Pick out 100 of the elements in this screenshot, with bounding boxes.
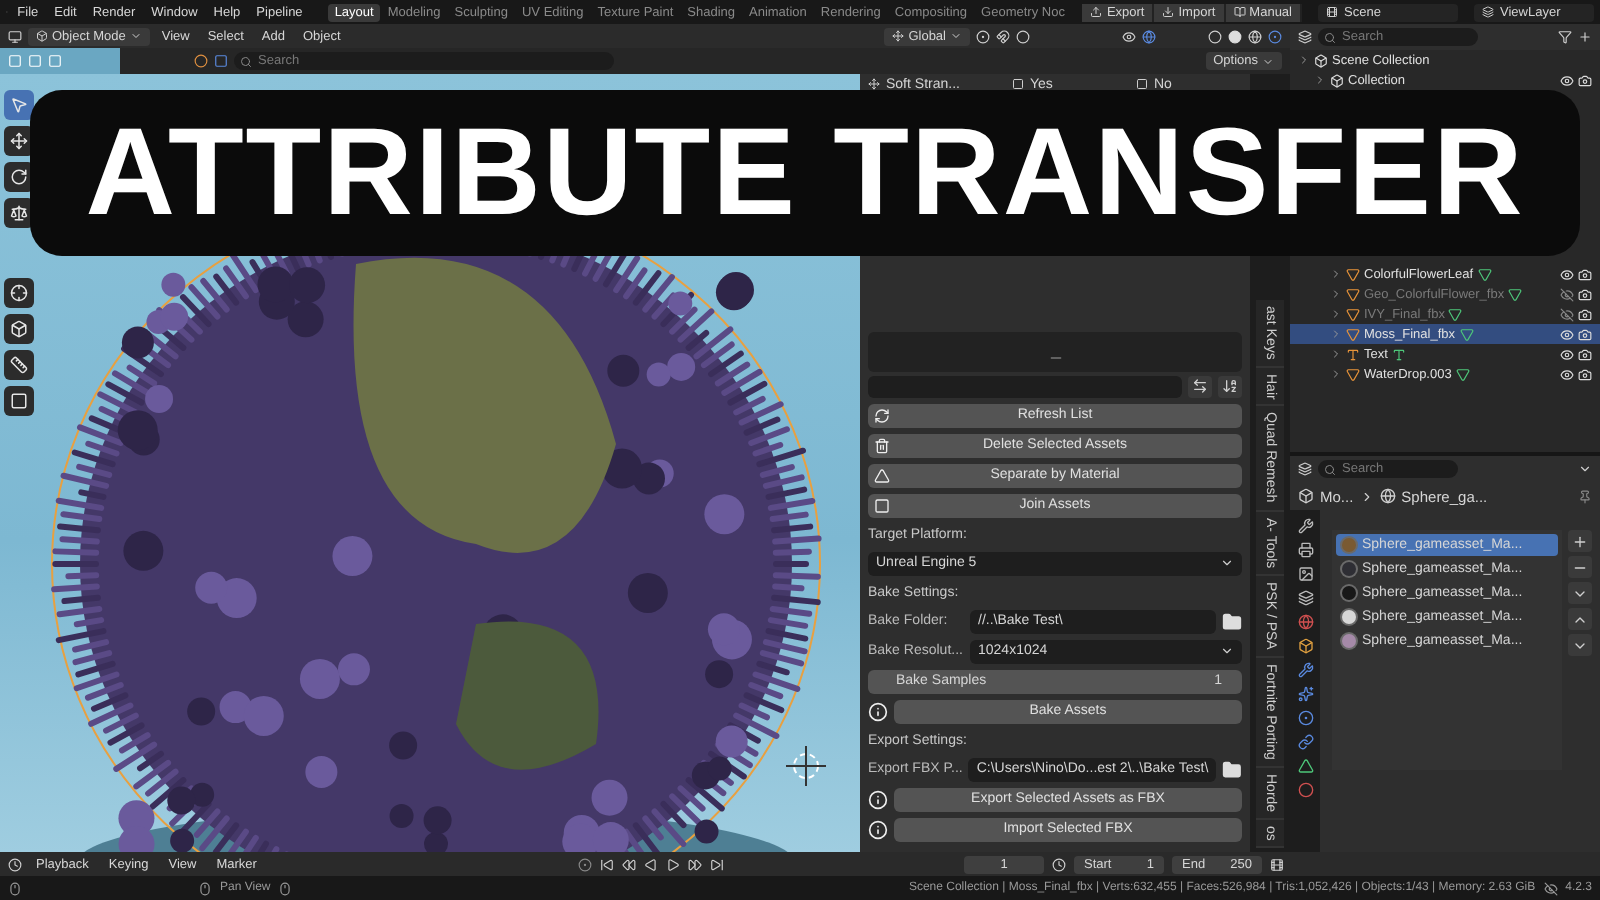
tool-button[interactable] <box>4 314 34 344</box>
search-icon <box>1324 463 1336 475</box>
chevron-down-icon <box>1220 644 1234 658</box>
square-icon <box>10 392 28 410</box>
filter-icon <box>1558 30 1572 44</box>
move-up-button[interactable] <box>1568 608 1592 630</box>
visibility-icon <box>1122 29 1136 43</box>
move-icon <box>10 132 28 150</box>
pin-icon <box>1578 489 1592 503</box>
material-shading-icon <box>1248 29 1262 43</box>
jump-end-icon <box>710 857 725 871</box>
chevron-down-icon <box>129 30 142 42</box>
sort-direction-button[interactable] <box>1188 375 1212 397</box>
download-icon <box>1162 6 1175 18</box>
mouse-icon <box>198 881 212 895</box>
circle-icon <box>1297 782 1313 798</box>
mesh-icon <box>1346 367 1360 381</box>
text-icon <box>1346 347 1360 361</box>
layers-icon <box>1297 590 1313 606</box>
axes-icon <box>892 30 905 42</box>
next-keyframe-icon <box>688 857 703 871</box>
property-icon <box>868 78 880 90</box>
title-banner: ATTRIBUTE TRANSFER <box>30 90 1580 256</box>
chevron-down-icon <box>950 30 962 42</box>
reverse-play-icon <box>644 857 659 871</box>
printer-icon <box>1297 542 1313 558</box>
mouse-icon <box>278 881 293 895</box>
search-icon <box>240 55 252 67</box>
select-box-icon <box>8 54 22 68</box>
snap-icon <box>996 29 1010 43</box>
tool-button[interactable] <box>4 278 34 308</box>
select-subtract-icon <box>48 54 62 68</box>
mesh-data-icon <box>1455 367 1470 381</box>
display-icon <box>214 54 228 68</box>
folder-icon <box>1222 611 1242 631</box>
proportional-icon <box>1016 29 1030 43</box>
trash-icon <box>874 437 890 453</box>
eye-icon <box>1560 267 1574 281</box>
plus-icon <box>1572 533 1588 549</box>
play-icon <box>666 857 681 871</box>
eye-closed-icon <box>1560 287 1574 301</box>
tool-button[interactable] <box>4 386 34 416</box>
refresh-icon <box>874 407 890 423</box>
cursor-icon <box>10 96 28 114</box>
box-icon <box>10 320 28 338</box>
move-down-button[interactable] <box>1568 634 1592 656</box>
upload-icon <box>1090 6 1103 18</box>
slot-menu-button[interactable] <box>1568 582 1592 604</box>
eye-icon <box>1560 347 1574 361</box>
triangle-icon <box>1297 758 1313 774</box>
chevron-down-icon <box>1262 55 1274 67</box>
overlay-icon <box>1543 881 1558 895</box>
info-icon <box>868 789 888 809</box>
mesh-data-icon <box>1508 287 1523 301</box>
chevron-right-icon <box>1359 489 1374 503</box>
sort-alpha-icon <box>1222 378 1238 394</box>
select-extend-icon <box>28 54 42 68</box>
triangle-icon <box>874 467 890 483</box>
pivot-icon <box>976 29 990 43</box>
ruler-icon <box>10 356 28 374</box>
chevron-down-icon <box>1220 556 1234 570</box>
tool-icon <box>1297 518 1313 534</box>
material-icon <box>1379 488 1396 504</box>
new-collection-icon <box>1578 30 1592 44</box>
display-mode-icon <box>1298 30 1312 44</box>
sort-button[interactable] <box>1218 375 1242 397</box>
book-icon <box>1233 6 1246 18</box>
object-icon <box>1298 488 1314 504</box>
wireframe-shading-icon <box>1208 29 1222 43</box>
tool-button[interactable] <box>4 90 34 120</box>
checkbox-icon <box>1136 78 1148 90</box>
tool-button[interactable] <box>4 350 34 380</box>
timeline-icon <box>8 857 22 871</box>
mesh-data-icon <box>1477 267 1492 281</box>
mouse-icon <box>8 881 22 895</box>
info-icon <box>868 819 888 839</box>
editor-type-icon <box>8 29 22 43</box>
clock-icon <box>1052 857 1066 871</box>
add-slot-button[interactable] <box>1568 530 1592 552</box>
arrows-icon <box>1192 378 1208 394</box>
eye-icon <box>1560 73 1574 87</box>
link-icon <box>1297 734 1313 750</box>
color-icon <box>194 54 208 68</box>
collection-icon <box>1330 73 1344 87</box>
rotate-icon <box>10 168 28 186</box>
remove-slot-button[interactable] <box>1568 556 1592 578</box>
image-icon <box>1297 566 1313 582</box>
collection-icon <box>1314 53 1328 67</box>
eye-closed-icon <box>1560 307 1574 321</box>
text-data-icon <box>1391 347 1406 361</box>
crosshair-icon <box>785 745 827 787</box>
checkbox-icon <box>1012 78 1024 90</box>
sparkles-icon <box>1297 686 1313 702</box>
square-icon <box>874 497 890 513</box>
eye-icon <box>1560 327 1574 341</box>
wrench-icon <box>1297 662 1313 678</box>
circle-dot-icon <box>1297 710 1313 726</box>
object-mode-icon <box>36 30 48 42</box>
rendered-shading-icon <box>1268 29 1282 43</box>
info-icon <box>868 701 888 721</box>
